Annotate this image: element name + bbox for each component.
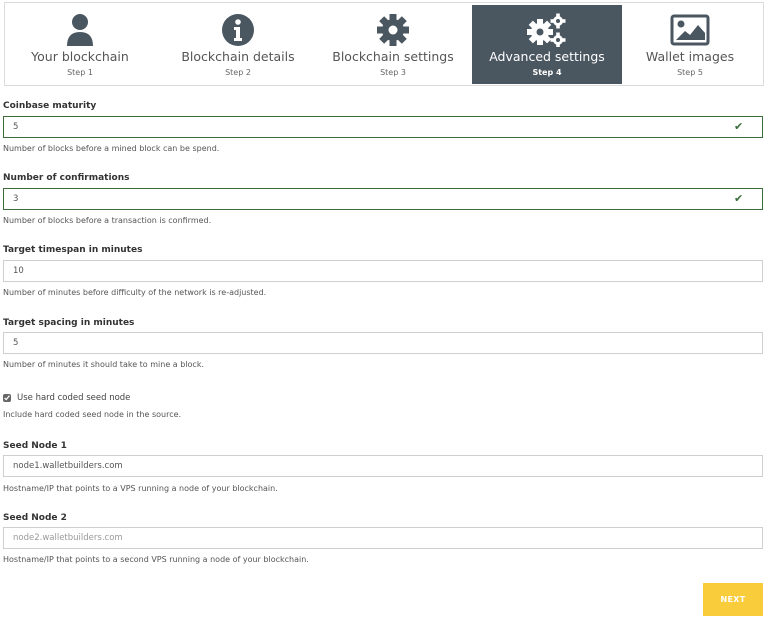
step-title: Your blockchain xyxy=(31,49,129,64)
step-blockchain-settings[interactable]: Blockchain settings Step 3 xyxy=(318,5,468,84)
seed-node-2-help: Hostname/IP that points to a second VPS … xyxy=(3,555,309,564)
hard-coded-seed-option[interactable]: Use hard coded seed node xyxy=(3,393,130,403)
coinbase-maturity-input[interactable] xyxy=(3,116,763,138)
image-icon xyxy=(670,13,710,47)
valid-check-icon: ✔ xyxy=(734,120,744,133)
target-spacing-help: Number of minutes it should take to mine… xyxy=(3,360,204,369)
gears-icon xyxy=(526,13,568,47)
step-number: Step 5 xyxy=(677,68,703,77)
target-spacing-input[interactable] xyxy=(3,332,763,354)
coinbase-maturity-help: Number of blocks before a mined block ca… xyxy=(3,144,220,153)
seed-node-1-input[interactable] xyxy=(3,455,763,477)
seed-node-2-label: Seed Node 2 xyxy=(3,513,67,523)
step-advanced-settings[interactable]: Advanced settings Step 4 xyxy=(472,5,622,84)
valid-check-icon: ✔ xyxy=(734,192,744,205)
step-title: Advanced settings xyxy=(489,49,605,64)
step-title: Blockchain settings xyxy=(332,49,454,64)
step-number: Step 2 xyxy=(225,68,251,77)
target-timespan-help: Number of minutes before difficulty of t… xyxy=(3,288,267,297)
confirmations-label: Number of confirmations xyxy=(3,173,130,183)
target-timespan-label: Target timespan in minutes xyxy=(3,245,143,255)
target-timespan-input[interactable] xyxy=(3,260,763,282)
next-button[interactable]: NEXT xyxy=(703,583,763,616)
step-number: Step 4 xyxy=(532,68,562,77)
step-your-blockchain[interactable]: Your blockchain Step 1 xyxy=(5,5,155,84)
step-title: Blockchain details xyxy=(181,49,295,64)
step-title: Wallet images xyxy=(645,49,735,64)
step-number: Step 1 xyxy=(67,68,93,77)
hard-coded-seed-help: Include hard coded seed node in the sour… xyxy=(3,410,182,419)
step-blockchain-details[interactable]: Blockchain details Step 2 xyxy=(163,5,313,84)
hard-coded-seed-label: Use hard coded seed node xyxy=(17,393,131,403)
step-wallet-images[interactable]: Wallet images Step 5 xyxy=(615,5,765,84)
seed-node-1-label: Seed Node 1 xyxy=(3,441,67,451)
hard-coded-seed-checkbox[interactable] xyxy=(3,394,11,402)
seed-node-2-input[interactable] xyxy=(3,527,763,549)
wizard-steps: Your blockchain Step 1 Blockchain detail… xyxy=(4,2,764,86)
seed-node-1-help: Hostname/IP that points to a VPS running… xyxy=(3,484,278,493)
target-spacing-label: Target spacing in minutes xyxy=(3,318,135,328)
confirmations-help: Number of blocks before a transaction is… xyxy=(3,216,212,225)
coinbase-maturity-label: Coinbase maturity xyxy=(3,101,97,111)
info-icon xyxy=(220,13,256,47)
user-icon xyxy=(62,13,98,47)
gear-icon xyxy=(375,13,411,47)
step-number: Step 3 xyxy=(380,68,406,77)
confirmations-input[interactable] xyxy=(3,188,763,210)
